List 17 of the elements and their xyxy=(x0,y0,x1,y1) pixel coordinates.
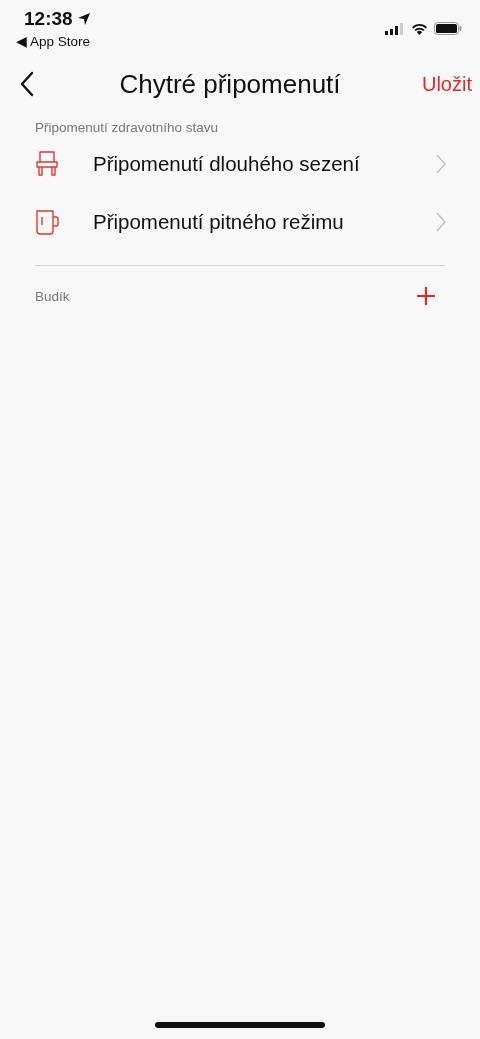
section-label: Připomenutí zdravotního stavu xyxy=(34,120,220,135)
add-button[interactable] xyxy=(416,286,436,306)
wifi-icon xyxy=(411,22,428,35)
mug-icon xyxy=(34,209,60,235)
back-to-app-link[interactable]: ◀ App Store xyxy=(16,33,91,49)
chevron-right-icon xyxy=(436,212,446,232)
status-time: 12:38 xyxy=(24,8,73,30)
chevron-right-icon xyxy=(436,154,446,174)
reminder-item[interactable]: Připomenutí dlouhého sezení xyxy=(0,135,480,193)
save-button[interactable]: Uložit xyxy=(422,72,472,96)
signal-icon xyxy=(385,22,405,35)
section-label: Budík xyxy=(35,288,70,304)
page-title: Chytré připomenutí xyxy=(118,68,342,100)
chair-icon xyxy=(34,151,60,177)
location-arrow-icon xyxy=(76,12,91,26)
battery-icon xyxy=(434,22,462,35)
reminder-item[interactable]: Připomenutí pitného režimu xyxy=(0,193,480,251)
